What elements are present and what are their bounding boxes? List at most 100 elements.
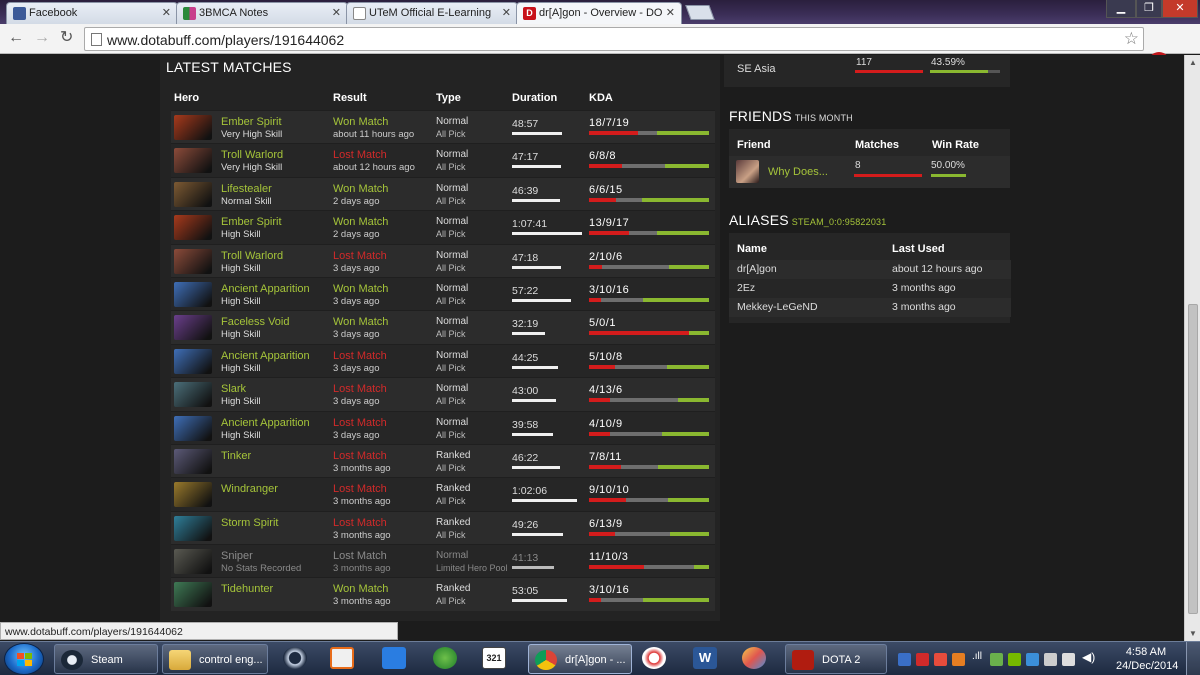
show-desktop-button[interactable] <box>1186 642 1200 675</box>
hero-portrait[interactable] <box>174 215 212 241</box>
close-icon[interactable]: ✕ <box>162 6 171 19</box>
hero-name[interactable]: Ember Spirit <box>221 216 282 228</box>
address-bar[interactable]: www.dotabuff.com/players/191644062 ☆ <box>84 27 1144 51</box>
table-row[interactable]: Troll Warlord High Skill Lost Match 3 days … <box>171 243 715 277</box>
match-result[interactable]: Lost Match <box>333 383 387 395</box>
tray-app-icon[interactable] <box>934 653 947 666</box>
hero-portrait[interactable] <box>174 181 212 207</box>
hero-portrait[interactable] <box>174 315 212 341</box>
hero-portrait[interactable] <box>174 415 212 441</box>
table-row[interactable]: Tinker Lost Match 3 months ago Ranked All Pi… <box>171 443 715 478</box>
start-button[interactable] <box>4 643 44 675</box>
bookmark-star-icon[interactable]: ☆ <box>1124 29 1139 49</box>
match-result[interactable]: Won Match <box>333 116 388 128</box>
match-result[interactable]: Lost Match <box>333 517 387 529</box>
gear-app-icon[interactable] <box>283 647 307 669</box>
match-result[interactable]: Won Match <box>333 216 388 228</box>
friend-row[interactable]: Why Does... 8 50.00% <box>729 156 1010 188</box>
scroll-up-arrow-icon[interactable]: ▲ <box>1189 58 1197 67</box>
table-row[interactable]: Ancient Apparition High Skill Won Match 3 d… <box>171 276 715 311</box>
network-icon[interactable] <box>1044 653 1057 666</box>
hero-name[interactable]: Ancient Apparition <box>221 417 310 429</box>
close-icon[interactable]: ✕ <box>332 6 341 19</box>
url-text[interactable]: www.dotabuff.com/players/191644062 <box>107 32 344 48</box>
close-window-button[interactable]: ✕ <box>1162 0 1198 18</box>
hero-portrait[interactable] <box>174 582 212 608</box>
media-player-icon[interactable] <box>330 647 354 669</box>
match-result[interactable]: Won Match <box>333 283 388 295</box>
nvidia-icon[interactable] <box>1008 653 1021 666</box>
hero-portrait[interactable] <box>174 448 212 474</box>
volume-icon[interactable]: ◀) <box>1082 650 1095 664</box>
tab-dotabuff[interactable]: D dr[A]gon - Overview - DO ✕ <box>516 2 682 24</box>
friend-name[interactable]: Why Does... <box>768 166 828 178</box>
hero-name[interactable]: Troll Warlord <box>221 149 283 161</box>
minimize-button[interactable]: ▁ <box>1106 0 1136 18</box>
table-row[interactable]: Troll Warlord Very High Skill Lost Match ab… <box>171 143 715 177</box>
match-result[interactable]: Lost Match <box>333 350 387 362</box>
hero-name[interactable]: Windranger <box>221 483 278 495</box>
table-row[interactable]: Ember Spirit Very High Skill Won Match abou… <box>171 110 715 144</box>
hero-name[interactable]: Ember Spirit <box>221 116 282 128</box>
hero-portrait[interactable] <box>174 148 212 174</box>
word-icon[interactable]: W <box>693 647 717 669</box>
snipping-tool-icon[interactable] <box>642 647 666 669</box>
match-result[interactable]: Won Match <box>333 583 388 595</box>
hero-name[interactable]: Slark <box>221 383 246 395</box>
hero-portrait[interactable] <box>174 348 212 374</box>
match-result[interactable]: Won Match <box>333 183 388 195</box>
download-manager-icon[interactable] <box>433 647 457 669</box>
friend-avatar[interactable] <box>736 160 759 183</box>
match-result[interactable]: Won Match <box>333 316 388 328</box>
battery-icon[interactable] <box>1062 653 1075 666</box>
hero-portrait[interactable] <box>174 281 212 307</box>
tab-facebook[interactable]: Facebook ✕ <box>6 2 178 24</box>
hero-name[interactable]: Tinker <box>221 450 251 462</box>
back-arrow-icon[interactable]: ← <box>8 30 24 46</box>
match-result[interactable]: Lost Match <box>333 149 387 161</box>
hero-name[interactable]: Lifestealer <box>221 183 272 195</box>
hero-portrait[interactable] <box>174 382 212 408</box>
hero-name[interactable]: Sniper <box>221 550 253 562</box>
clock[interactable]: 4:58 AM 24/Dec/2014 <box>1116 645 1178 673</box>
scrollbar-thumb[interactable] <box>1188 304 1198 614</box>
table-row[interactable]: Tidehunter Won Match 3 months ago Ranked All… <box>171 577 715 611</box>
reload-icon[interactable]: ↻ <box>60 30 73 46</box>
match-result[interactable]: Lost Match <box>333 450 387 462</box>
scroll-down-arrow-icon[interactable]: ▼ <box>1189 629 1197 638</box>
dropbox-icon[interactable] <box>382 647 406 669</box>
hero-name[interactable]: Troll Warlord <box>221 250 283 262</box>
tray-app-icon[interactable] <box>1026 653 1039 666</box>
hero-name[interactable]: Ancient Apparition <box>221 283 310 295</box>
match-result[interactable]: Lost Match <box>333 417 387 429</box>
taskbar-dota2[interactable]: DOTA 2 <box>785 644 887 674</box>
maximize-button[interactable]: ❐ <box>1136 0 1162 18</box>
close-icon[interactable]: ✕ <box>666 6 675 19</box>
match-result[interactable]: Lost Match <box>333 250 387 262</box>
media-player-classic-icon[interactable]: 321 <box>482 647 506 669</box>
forward-arrow-icon[interactable]: → <box>34 30 50 46</box>
match-result[interactable]: Lost Match <box>333 550 387 562</box>
hero-portrait[interactable] <box>174 515 212 541</box>
table-row[interactable]: Ember Spirit High Skill Won Match 2 days ag… <box>171 210 715 244</box>
table-row[interactable]: Sniper No Stats Recorded Lost Match 3 month… <box>171 544 715 578</box>
hero-portrait[interactable] <box>174 115 212 140</box>
tab-3bmca-notes[interactable]: 3BMCA Notes ✕ <box>176 2 348 24</box>
hero-portrait[interactable] <box>174 482 212 508</box>
paint-icon[interactable] <box>742 647 766 669</box>
table-row[interactable]: Storm Spirit Lost Match 3 months ago Ranked… <box>171 510 715 545</box>
page-scrollbar[interactable]: ▲ ▼ <box>1184 55 1200 641</box>
hero-name[interactable]: Tidehunter <box>221 583 273 595</box>
table-row[interactable]: Lifestealer Normal Skill Won Match 2 days a… <box>171 176 715 211</box>
close-icon[interactable]: ✕ <box>502 6 511 19</box>
new-tab-button[interactable] <box>685 5 715 20</box>
signal-icon[interactable]: .ıll <box>972 651 985 664</box>
tray-app-icon[interactable] <box>990 653 1003 666</box>
table-row[interactable]: Windranger Lost Match 3 months ago Ranked Al… <box>171 477 715 511</box>
hero-portrait[interactable] <box>174 248 212 274</box>
hero-name[interactable]: Faceless Void <box>221 316 289 328</box>
tab-utem-elearning[interactable]: UTeM Official E-Learning ✕ <box>346 2 518 24</box>
match-result[interactable]: Lost Match <box>333 483 387 495</box>
hero-name[interactable]: Ancient Apparition <box>221 350 310 362</box>
tray-app-icon[interactable] <box>916 653 929 666</box>
